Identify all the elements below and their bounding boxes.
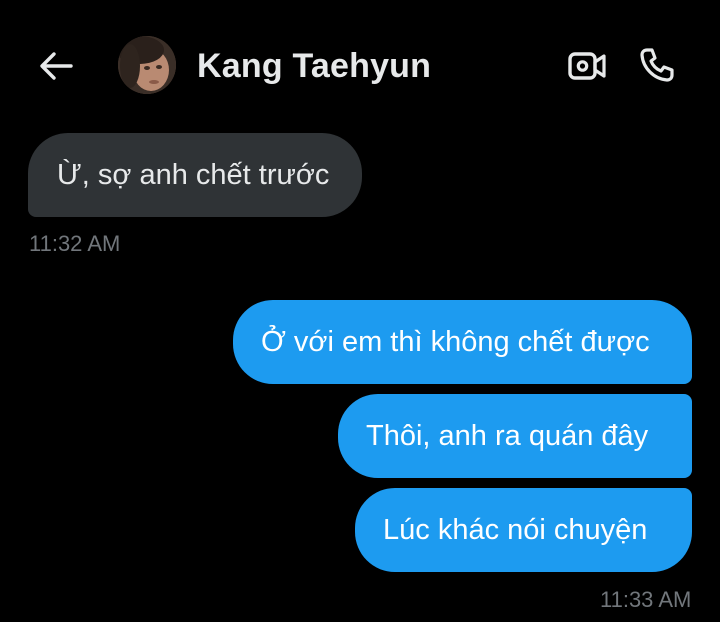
conversation-header: Kang Taehyun [0,0,720,120]
video-camera-icon [568,52,606,80]
message-bubble-incoming[interactable]: Ừ, sợ anh chết trước [28,133,362,217]
message-bubble-outgoing[interactable]: Lúc khác nói chuyện [355,488,692,572]
message-text: Ừ, sợ anh chết trước [57,159,330,191]
message-bubble-outgoing[interactable]: Thôi, anh ra quán đây [338,394,692,478]
avatar-image [118,36,176,94]
message-text: Thôi, anh ra quán đây [366,420,649,452]
contact-name[interactable]: Kang Taehyun [197,47,431,86]
avatar[interactable] [118,36,176,94]
message-text: Lúc khác nói chuyện [383,514,648,546]
message-timestamp: 11:32 AM [29,231,121,256]
phone-icon [640,48,674,82]
voice-call-button[interactable] [636,44,678,86]
message-text: Ở với em thì không chết được [261,326,650,358]
video-call-button[interactable] [566,46,608,86]
message-timestamp: 11:33 AM [600,587,692,612]
message-bubble-outgoing[interactable]: Ở với em thì không chết được [233,300,692,384]
arrow-left-icon [40,52,73,80]
back-button[interactable] [36,46,76,86]
